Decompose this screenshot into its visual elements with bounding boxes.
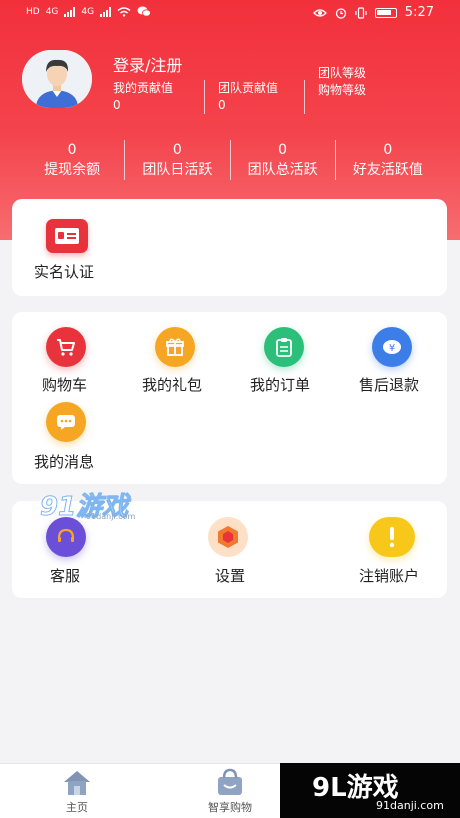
vibrate-icon <box>355 6 367 19</box>
verify-label[interactable]: 实名认证 <box>34 261 94 282</box>
service-label[interactable]: 客服 <box>50 565 80 586</box>
tab-home-label: 主页 <box>66 801 88 814</box>
cart-label[interactable]: 购物车 <box>42 374 87 395</box>
clock: 5:27 <box>404 5 434 20</box>
metric-label: 提现余额 <box>44 162 101 178</box>
team-contribution-value: 0 <box>218 98 226 112</box>
settings-icon[interactable] <box>208 517 248 557</box>
status-right: 5:27 <box>312 5 434 20</box>
team-level-label: 团队等级 <box>318 66 367 80</box>
avatar[interactable] <box>22 50 92 108</box>
message-label[interactable]: 我的消息 <box>34 451 94 472</box>
team-contribution-label: 团队贡献值 <box>218 81 279 95</box>
metric-label: 好友活跃值 <box>352 162 423 178</box>
id-card-icon[interactable] <box>46 219 88 253</box>
tab-home[interactable]: 主页 <box>52 768 102 815</box>
metric-value: 0 <box>383 142 393 158</box>
metric-label: 团队总活跃 <box>247 162 318 178</box>
levels: 团队等级 购物等级 <box>318 65 366 99</box>
message-icon[interactable] <box>46 402 86 442</box>
alarm-icon <box>335 7 346 19</box>
signal-icon-2 <box>100 6 112 17</box>
metric-label: 团队日活跃 <box>142 162 213 178</box>
svg-text:¥: ¥ <box>389 343 395 354</box>
wechat-icon <box>137 6 152 17</box>
gift-icon[interactable] <box>155 327 195 367</box>
watermark-url: 91danji.com <box>86 512 136 521</box>
gift-label[interactable]: 我的礼包 <box>142 374 202 395</box>
eye-icon <box>312 8 327 17</box>
shopping-bag-icon <box>218 768 242 795</box>
brand-url: 91danji.com <box>376 799 444 812</box>
home-icon <box>64 771 90 795</box>
my-contribution-label: 我的贡献值 <box>113 81 174 95</box>
brand-watermark: 9L游戏 91danji.com <box>280 763 460 818</box>
divider <box>204 80 205 114</box>
metrics-row: 0 提现余额 0 团队日活跃 0 团队总活跃 0 好友活跃值 <box>20 140 440 180</box>
my-contribution-value: 0 <box>113 98 121 112</box>
deregister-label[interactable]: 注销账户 <box>359 565 419 586</box>
metric-team-daily-active[interactable]: 0 团队日活跃 <box>125 140 231 180</box>
wifi-icon <box>117 6 131 17</box>
orders-card: 购物车 我的礼包 我的订单 ¥ 售后退款 我的消息 <box>12 312 447 484</box>
shopping-level-label: 购物等级 <box>318 83 367 97</box>
metric-team-total-active[interactable]: 0 团队总活跃 <box>231 140 336 180</box>
metric-withdraw-balance[interactable]: 0 提现余额 <box>20 140 126 180</box>
refund-label[interactable]: 售后退款 <box>359 374 419 395</box>
status-bar: HD 4G 4G 5:27 <box>0 0 460 28</box>
metric-value: 0 <box>172 142 182 158</box>
tab-shopping-label: 智享购物 <box>208 801 252 814</box>
user-avatar-icon <box>22 50 92 108</box>
metric-value: 0 <box>67 142 77 158</box>
network-indicator-2: 4G <box>81 6 95 17</box>
watermark-logo: 91游戏 91danji.com <box>39 490 140 525</box>
my-contribution: 我的贡献值 0 <box>113 80 173 114</box>
team-contribution: 团队贡献值 0 <box>218 80 278 114</box>
hd-indicator: HD <box>26 6 40 17</box>
settings-label[interactable]: 设置 <box>215 565 245 586</box>
signal-icon <box>64 6 76 17</box>
metric-value: 0 <box>278 142 288 158</box>
battery-icon <box>374 7 397 18</box>
login-register-link[interactable]: 登录/注册 <box>113 52 182 76</box>
refund-icon[interactable]: ¥ <box>372 327 412 367</box>
network-indicator: 4G <box>45 6 59 17</box>
verify-card: 实名认证 <box>12 199 447 296</box>
exclamation-icon[interactable] <box>369 517 415 557</box>
order-label[interactable]: 我的订单 <box>250 374 310 395</box>
order-icon[interactable] <box>264 327 304 367</box>
divider <box>304 80 305 114</box>
tab-shopping[interactable]: 智享购物 <box>200 768 260 815</box>
cart-icon[interactable] <box>46 327 86 367</box>
metric-friend-active[interactable]: 0 好友活跃值 <box>336 140 440 180</box>
status-left: HD 4G 4G <box>26 6 152 17</box>
